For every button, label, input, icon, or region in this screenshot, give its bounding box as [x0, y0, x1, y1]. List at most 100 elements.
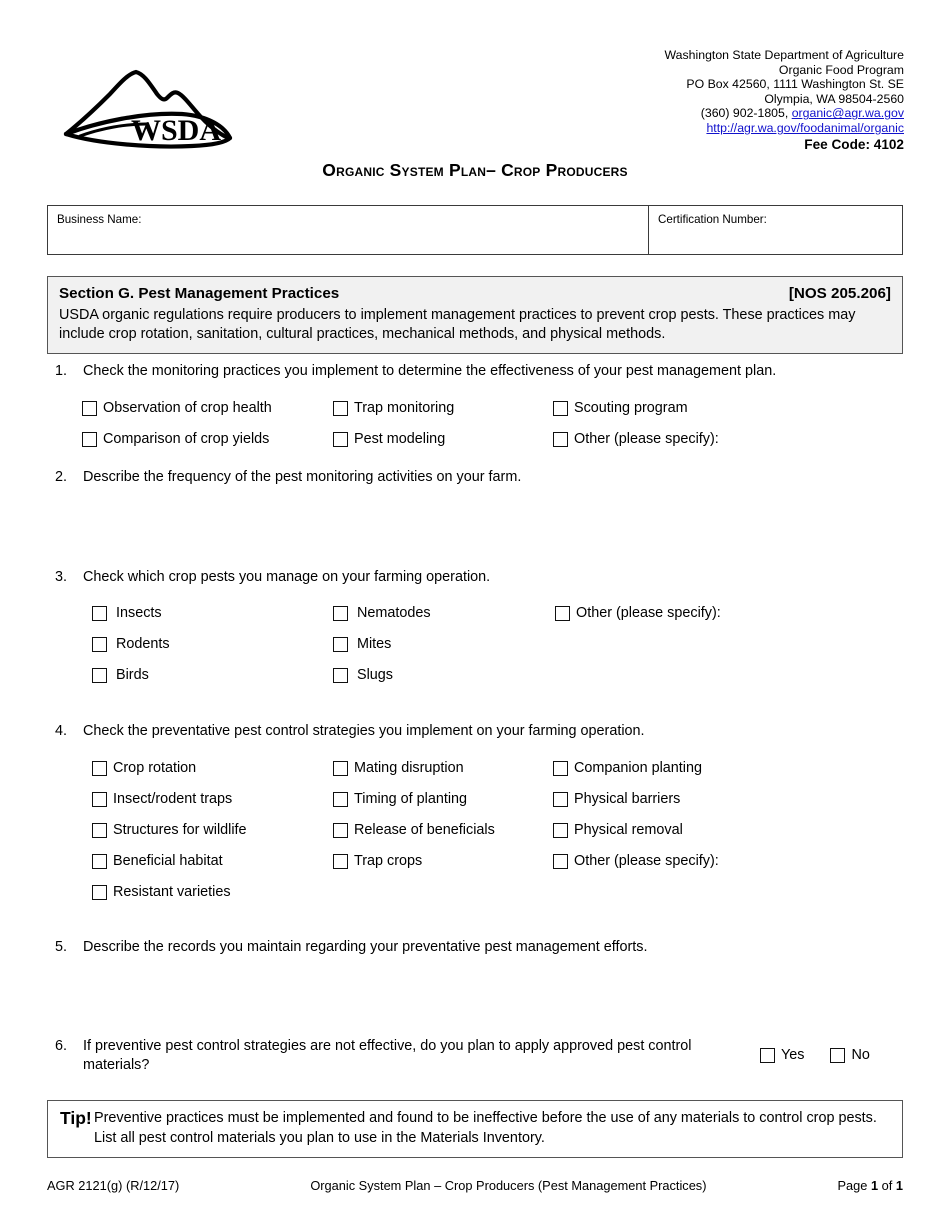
checkbox-other-strategies[interactable]: Other (please specify): [553, 853, 719, 869]
tip-label: Tip! [60, 1108, 92, 1128]
website-link[interactable]: http://agr.wa.gov/foodanimal/organic [706, 121, 904, 135]
checkbox-icon[interactable] [553, 822, 568, 838]
option-label: Structures for wildlife [113, 822, 247, 838]
question-2-number: 2. [55, 469, 68, 485]
checkbox-icon[interactable] [92, 791, 107, 807]
checkbox-nematodes[interactable]: Nematodes [333, 605, 431, 621]
checkbox-icon[interactable] [92, 853, 107, 869]
phone-text: (360) 902-1805, [700, 106, 792, 121]
question-4-number: 4. [55, 723, 68, 739]
agency-line-2: Organic Food Program [778, 62, 904, 77]
question-5-answer-area[interactable] [83, 962, 883, 1032]
option-label: Crop rotation [113, 760, 197, 776]
tip-content: Tip! Preventive practices must be impleme… [60, 1108, 890, 1148]
page-total: 1 [895, 1178, 903, 1193]
question-4-text: Check the preventative pest control stra… [83, 723, 645, 739]
checkbox-slugs[interactable]: Slugs [333, 667, 393, 683]
checkbox-icon[interactable] [333, 636, 348, 652]
question-6-number: 6. [55, 1038, 68, 1054]
question-2-answer-area[interactable] [83, 492, 883, 562]
no-label: No [851, 1047, 870, 1063]
section-description: USDA organic regulations require produce… [59, 307, 856, 342]
checkbox-icon[interactable] [553, 791, 568, 807]
section-header-row: Section G. Pest Management Practices [NO… [59, 285, 891, 302]
business-name-field[interactable]: Business Name: [48, 206, 649, 254]
question-3: 3. Check which crop pests you manage on … [55, 568, 905, 587]
checkbox-mating-disruption[interactable]: Mating disruption [333, 760, 464, 776]
checkbox-icon[interactable] [92, 605, 107, 621]
checkbox-icon[interactable] [92, 822, 107, 838]
question-1-number: 1. [55, 363, 68, 379]
business-info-box: Business Name: Certification Number: [47, 205, 903, 255]
checkbox-timing-of-planting[interactable]: Timing of planting [333, 791, 467, 807]
checkbox-icon[interactable] [553, 853, 568, 869]
checkbox-release-of-beneficials[interactable]: Release of beneficials [333, 822, 495, 838]
checkbox-other-monitoring[interactable]: Other (please specify): [553, 431, 719, 447]
checkbox-insects[interactable]: Insects [92, 605, 162, 621]
option-label: Mites [357, 636, 392, 652]
checkbox-comparison-of-crop-yields[interactable]: Comparison of crop yields [82, 431, 269, 447]
option-label: Trap crops [354, 853, 423, 869]
checkbox-icon[interactable] [82, 431, 97, 447]
checkbox-icon[interactable] [92, 760, 107, 776]
agency-line-4: Olympia, WA 98504-2560 [764, 91, 904, 106]
checkbox-rodents[interactable]: Rodents [92, 636, 170, 652]
checkbox-icon[interactable] [82, 400, 97, 416]
option-label: Companion planting [574, 760, 703, 776]
question-2: 2. Describe the frequency of the pest mo… [55, 468, 905, 487]
checkbox-icon[interactable] [92, 884, 107, 900]
option-label: Nematodes [357, 605, 431, 621]
agency-line-1: Washington State Department of Agricultu… [664, 48, 904, 62]
checkbox-icon[interactable] [333, 791, 348, 807]
checkbox-birds[interactable]: Birds [92, 667, 149, 683]
question-5-text: Describe the records you maintain regard… [83, 939, 648, 955]
checkbox-other-pests[interactable]: Other (please specify): [555, 605, 721, 621]
checkbox-icon[interactable] [333, 853, 348, 869]
checkbox-beneficial-habitat[interactable]: Beneficial habitat [92, 853, 223, 869]
section-regulation-reference: [NOS 205.206] [788, 285, 891, 302]
question-6: 6. If preventive pest control strategies… [55, 1037, 755, 1075]
option-label: Timing of planting [354, 791, 468, 807]
checkbox-icon[interactable] [553, 400, 568, 416]
checkbox-trap-crops[interactable]: Trap crops [333, 853, 422, 869]
page-middle: of [878, 1178, 896, 1193]
wsda-logo-text: WSDA [131, 114, 221, 147]
checkbox-resistant-varieties[interactable]: Resistant varieties [92, 884, 231, 900]
certification-number-label: Certification Number: [658, 213, 767, 226]
checkbox-yes[interactable]: Yes [760, 1047, 804, 1063]
question-6-yesno-group: Yes No [760, 1047, 896, 1063]
business-name-label: Business Name: [57, 213, 142, 226]
checkbox-insect-rodent-traps[interactable]: Insect/rodent traps [92, 791, 232, 807]
checkbox-icon[interactable] [760, 1047, 775, 1063]
checkbox-no[interactable]: No [830, 1047, 870, 1063]
checkbox-trap-monitoring[interactable]: Trap monitoring [333, 400, 454, 416]
checkbox-icon[interactable] [830, 1047, 846, 1063]
checkbox-icon[interactable] [92, 667, 107, 683]
agency-phone-email-line: (360) 902-1805, organic@agr.wa.gov [665, 106, 904, 121]
option-label: Insects [116, 605, 162, 621]
email-link[interactable]: organic@agr.wa.gov [792, 106, 904, 120]
checkbox-icon[interactable] [333, 760, 348, 776]
checkbox-crop-rotation[interactable]: Crop rotation [92, 760, 196, 776]
option-label: Other (please specify): [574, 431, 719, 447]
checkbox-companion-planting[interactable]: Companion planting [553, 760, 702, 776]
checkbox-pest-modeling[interactable]: Pest modeling [333, 431, 445, 447]
checkbox-structures-for-wildlife[interactable]: Structures for wildlife [92, 822, 247, 838]
checkbox-icon[interactable] [333, 822, 348, 838]
checkbox-icon[interactable] [333, 400, 348, 416]
question-1: 1. Check the monitoring practices you im… [55, 362, 905, 381]
checkbox-physical-removal[interactable]: Physical removal [553, 822, 683, 838]
checkbox-icon[interactable] [553, 431, 568, 447]
checkbox-icon[interactable] [333, 431, 348, 447]
checkbox-icon[interactable] [553, 760, 568, 776]
question-1-line: 1. Check the monitoring practices you im… [55, 362, 905, 381]
checkbox-physical-barriers[interactable]: Physical barriers [553, 791, 680, 807]
checkbox-observation-of-crop-health[interactable]: Observation of crop health [82, 400, 272, 416]
checkbox-icon[interactable] [92, 636, 107, 652]
checkbox-icon[interactable] [333, 667, 348, 683]
checkbox-icon[interactable] [333, 605, 348, 621]
checkbox-mites[interactable]: Mites [333, 636, 391, 652]
checkbox-scouting-program[interactable]: Scouting program [553, 400, 688, 416]
certification-number-field[interactable]: Certification Number: [649, 206, 902, 254]
checkbox-icon[interactable] [555, 605, 570, 621]
